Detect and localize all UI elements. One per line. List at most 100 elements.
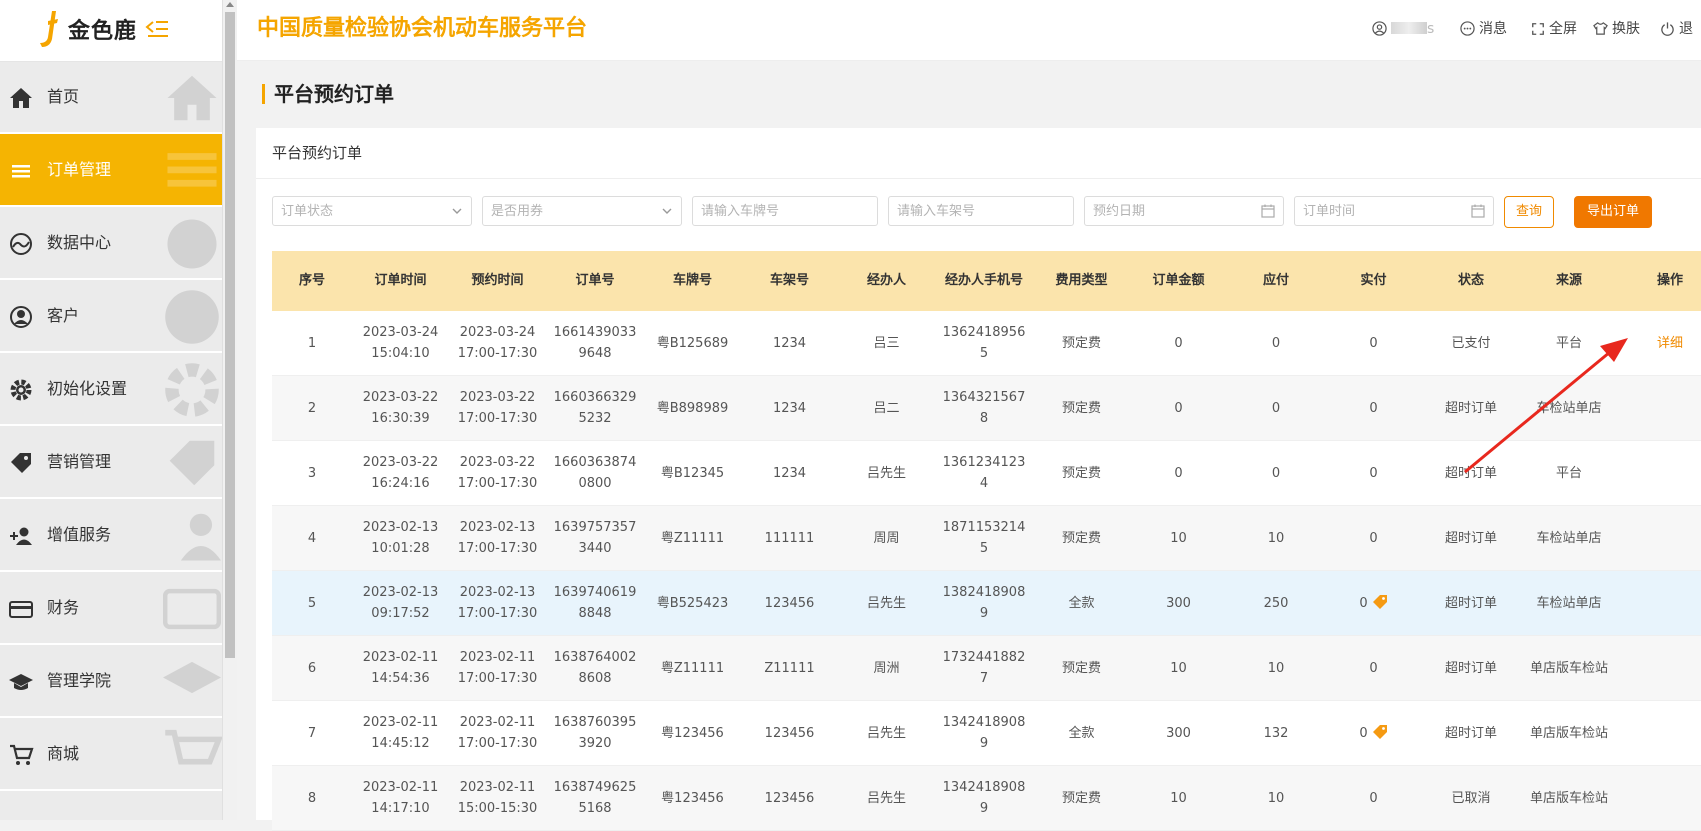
table-row[interactable]: 5 2023-02-13 09:17:52 2023-02-13 17:00-17:… [272, 570, 1701, 636]
sidebar-item-data-center[interactable]: 数据中心 [0, 207, 222, 280]
sidebar-item-home[interactable]: 首页 [0, 61, 222, 134]
table-cell-source: 车检站单店 [1520, 570, 1618, 636]
table-cell-seq: 5 [272, 570, 352, 636]
user-watermark-icon [165, 290, 219, 344]
appointment-date-input[interactable] [1085, 197, 1283, 225]
skin-button[interactable]: 换肤 [1593, 0, 1640, 58]
menu-collapse-icon[interactable] [144, 16, 170, 42]
scroll-up-arrow-icon[interactable] [226, 2, 234, 7]
sidebar-item-label: 管理学院 [47, 671, 112, 690]
table-row[interactable]: 3 2023-03-22 16:24:16 2023-03-22 17:00-17:… [272, 440, 1701, 506]
messages-button[interactable]: 消息 [1460, 0, 1507, 58]
coupon-used-input[interactable] [483, 197, 681, 225]
table-cell-fee-type: 预定费 [1033, 505, 1130, 571]
table-cell-phone: 13424189089 [935, 700, 1033, 766]
order-status-select[interactable] [272, 196, 472, 226]
paid-value: 0 [1359, 725, 1368, 741]
gear-icon [10, 379, 32, 401]
table-cell-plate: 粤123456 [644, 700, 741, 766]
tag-icon [11, 453, 31, 473]
sidebar-item-orders[interactable]: 订单管理 [0, 134, 222, 207]
table-cell-phone: 18711532145 [935, 505, 1033, 571]
coupon-tag-icon [1372, 724, 1387, 739]
coupon-used-select[interactable] [482, 196, 682, 226]
table-cell-source: 平台 [1520, 440, 1618, 506]
column-header: 订单金额 [1130, 251, 1227, 311]
sidebar-item-marketing[interactable]: 营销管理 [0, 426, 222, 499]
table-cell-action [1618, 440, 1701, 506]
logo-icon [40, 11, 58, 47]
table-cell-paid: 0 [1325, 765, 1422, 831]
fullscreen-button[interactable]: 全屏 [1531, 0, 1577, 58]
table-cell-vin: 1234 [741, 440, 838, 506]
scrollbar-thumb[interactable] [225, 12, 235, 658]
sidebar-item-value-added[interactable]: 增值服务 [0, 499, 222, 572]
logo-bar: 金色鹿 [0, 0, 222, 62]
table-cell-status: 超时订单 [1422, 570, 1520, 636]
sidebar-item-label: 营销管理 [47, 452, 112, 471]
sidebar-item-finance[interactable]: 财务 [0, 572, 222, 645]
plate-number-input[interactable] [693, 197, 877, 225]
table-cell-amount: 0 [1130, 311, 1227, 376]
table-cell-order-time: 2023-03-24 15:04:10 [352, 311, 449, 376]
sidebar-item-label: 首页 [47, 87, 80, 106]
user-menu[interactable]: s [1372, 0, 1434, 58]
sidebar-item-init-settings[interactable]: 初始化设置 [0, 353, 222, 426]
logout-button[interactable]: 退 [1660, 0, 1693, 58]
plate-number-field[interactable] [692, 196, 878, 226]
paid-value: 0 [1369, 530, 1378, 546]
query-button[interactable]: 查询 [1504, 196, 1554, 228]
vin-input[interactable] [889, 197, 1073, 225]
column-header: 费用类型 [1033, 251, 1130, 311]
table-row[interactable]: 8 2023-02-11 14:17:10 2023-02-11 15:00-15:… [272, 765, 1701, 831]
order-status-input[interactable] [273, 197, 471, 225]
messages-label: 消息 [1479, 21, 1507, 37]
table-cell-appt-time: 2023-02-11 15:00-15:30 [449, 765, 546, 831]
table-cell-amount: 0 [1130, 375, 1227, 441]
sidebar-item-academy[interactable]: 管理学院 [0, 645, 222, 718]
power-icon [1661, 22, 1674, 36]
top-header: 中国质量检验协会机动车服务平台 s 消息 全屏 换肤 退 [237, 0, 1701, 61]
table-row[interactable]: 1 2023-03-24 15:04:10 2023-03-24 17:00-17:… [272, 311, 1701, 376]
column-header: 实付 [1325, 251, 1422, 311]
order-time-picker[interactable] [1294, 196, 1494, 226]
sidebar-item-label: 商城 [47, 744, 80, 763]
table-cell-status: 超时订单 [1422, 375, 1520, 441]
table-cell-handler: 吕先生 [838, 570, 935, 636]
app-title: 中国质量检验协会机动车服务平台 [257, 16, 588, 41]
sidebar-item-mall[interactable]: 商城 [0, 718, 222, 791]
table-row[interactable]: 2 2023-03-22 16:30:39 2023-03-22 17:00-17:… [272, 375, 1701, 441]
table-cell-plate: 粤B125689 [644, 311, 741, 376]
export-orders-button[interactable]: 导出订单 [1574, 196, 1652, 228]
sidebar-scrollbar[interactable] [222, 0, 237, 820]
table-cell-action [1618, 505, 1701, 571]
paid-value: 0 [1369, 400, 1378, 416]
tag-watermark-icon [169, 440, 215, 486]
graduation-cap-icon [9, 674, 33, 690]
vin-field[interactable] [888, 196, 1074, 226]
table-row[interactable]: 7 2023-02-11 14:45:12 2023-02-11 17:00-17:… [272, 700, 1701, 766]
order-time-input[interactable] [1295, 197, 1493, 225]
table-header-row: 序号 订单时间 预约时间 订单号 车牌号 车架号 经办人 经办人手机号 费用类型… [272, 251, 1701, 311]
coupon-tag-icon [1372, 594, 1387, 609]
table-cell-order-time: 2023-02-11 14:45:12 [352, 700, 449, 766]
table-cell-status: 超时订单 [1422, 635, 1520, 701]
table-cell-seq: 4 [272, 505, 352, 571]
table-cell-order-no: 16397406198848 [546, 570, 644, 636]
table-row[interactable]: 4 2023-02-13 10:01:28 2023-02-13 17:00-17:… [272, 505, 1701, 571]
table-cell-source: 单店版车检站 [1520, 635, 1618, 701]
column-header: 订单时间 [352, 251, 449, 311]
table-cell-amount: 300 [1130, 570, 1227, 636]
orders-card: 平台预约订单 查询 导出订单 序号 订单时间 预约时间 [256, 128, 1701, 831]
table-cell-payable: 10 [1227, 635, 1325, 701]
card-header: 平台预约订单 [256, 128, 1701, 179]
table-cell-fee-type: 预定费 [1033, 375, 1130, 441]
detail-link[interactable]: 详细 [1657, 336, 1683, 351]
sidebar-item-label: 增值服务 [47, 525, 112, 544]
sidebar-item-customer[interactable]: 客户 [0, 280, 222, 353]
table-row[interactable]: 6 2023-02-11 14:54:36 2023-02-11 17:00-17:… [272, 635, 1701, 701]
appointment-date-picker[interactable] [1084, 196, 1284, 226]
table-cell-status: 已支付 [1422, 311, 1520, 376]
table-cell-source: 车检站单店 [1520, 505, 1618, 571]
table-cell-phone: 13612341234 [935, 440, 1033, 506]
